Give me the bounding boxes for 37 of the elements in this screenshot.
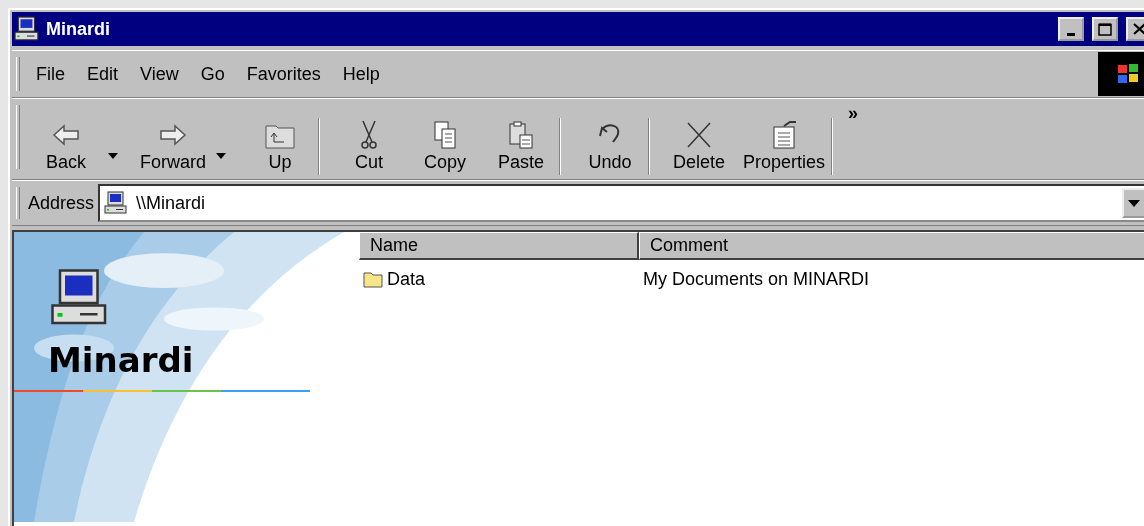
computer-icon [14, 16, 40, 42]
window-title: Minardi [46, 18, 111, 40]
menu-item[interactable]: View [132, 59, 187, 89]
close-icon [1132, 23, 1144, 35]
toolbar-button[interactable]: Up [242, 118, 319, 175]
flag-icon [1115, 62, 1141, 86]
menu-item[interactable]: Favorites [238, 59, 329, 89]
toolbar-button[interactable]: Paste [483, 118, 560, 175]
computer-icon [104, 191, 129, 215]
address-label: Address [28, 192, 95, 214]
address-dropdown-button[interactable] [1122, 188, 1144, 218]
maximize-icon [1098, 22, 1112, 36]
menu-item[interactable]: Help [334, 59, 388, 89]
toolbar-button[interactable]: Undo [572, 118, 649, 175]
dropdown-caret-icon[interactable] [216, 153, 226, 159]
toolbar-button[interactable]: Copy [407, 118, 483, 175]
more-chevron-button[interactable]: » [844, 103, 863, 124]
panel-title: Minardi [48, 340, 195, 380]
maximize-button[interactable] [1092, 17, 1118, 41]
caret-icon [1128, 199, 1140, 207]
minimize-button[interactable] [1058, 17, 1084, 41]
file-comment: My Documents on MINARDI [642, 268, 871, 290]
folder-icon [363, 270, 383, 288]
file-name[interactable]: Data [359, 268, 639, 290]
column-header[interactable]: Name [359, 232, 639, 260]
dropdown-caret-icon[interactable] [108, 153, 118, 159]
menu-item[interactable]: Go [192, 59, 233, 89]
toolbar-button[interactable]: Back [28, 118, 134, 175]
toolbar-button[interactable]: Forward [134, 118, 242, 175]
toolbar-button[interactable]: Delete [661, 118, 737, 175]
toolbar-button[interactable]: Properties [737, 118, 833, 175]
menu-item[interactable]: File [28, 59, 73, 89]
column-header[interactable]: Comment [639, 232, 1144, 260]
address-field[interactable]: \\Minardi [98, 184, 1144, 222]
menu-item[interactable]: Edit [79, 59, 127, 89]
toolbar-button[interactable]: Cut [331, 118, 407, 175]
minimize-icon [1067, 32, 1075, 36]
